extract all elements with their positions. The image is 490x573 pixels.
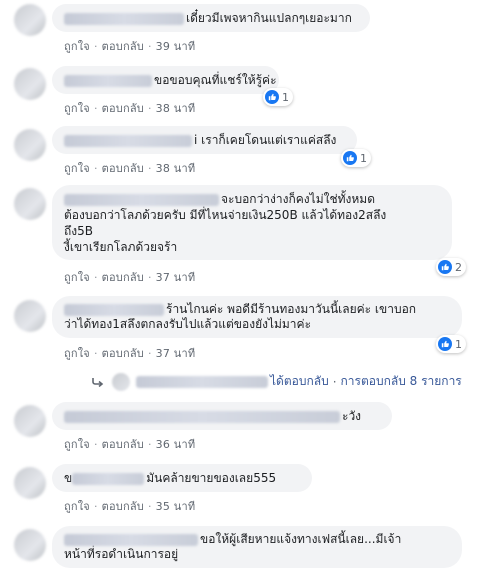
comment-bubble: i เราก็เคยโดนแต่เราแค่สลึง xyxy=(52,126,357,154)
comment-text-line-2: หน้าที่รอดำเนินการอยู่ xyxy=(64,547,179,561)
reply-link[interactable]: ตอบกลับ xyxy=(102,438,144,451)
avatar[interactable] xyxy=(14,4,46,36)
avatar[interactable] xyxy=(14,300,46,332)
comment-actions: ถูกใจ · ตอบกลับ · 36 นาที xyxy=(64,438,196,451)
commenter-name[interactable] xyxy=(64,12,184,25)
like-link[interactable]: ถูกใจ xyxy=(64,271,90,284)
reply-link[interactable]: ตอบกลับ xyxy=(102,162,144,175)
reply-link[interactable]: ตอบกลับ xyxy=(102,102,144,115)
thumbs-up-icon xyxy=(438,337,452,351)
comment-bubble: ข มันคล้ายขายของเลย555 xyxy=(52,464,312,492)
comment-time[interactable]: 38 นาที xyxy=(156,162,196,175)
comment-bubble: ขอขอบคุณที่แชร์ให้รู้ค่ะ xyxy=(52,66,279,94)
comment-text: เดี๋ยวมีเพจหากินแปลกๆเยอะมาก xyxy=(186,11,352,25)
reaction-count[interactable]: 1 xyxy=(341,149,371,167)
reaction-number: 2 xyxy=(455,260,462,274)
avatar[interactable] xyxy=(14,188,46,220)
comment-actions: ถูกใจ · ตอบกลับ · 38 นาที xyxy=(64,102,196,115)
like-link[interactable]: ถูกใจ xyxy=(64,438,90,451)
reply-link[interactable]: ตอบกลับ xyxy=(102,271,144,284)
comment-time[interactable]: 37 นาที xyxy=(156,271,196,284)
thumbs-up-icon xyxy=(343,151,357,165)
comment-text: ะวัง xyxy=(342,409,362,423)
reply-link[interactable]: ตอบกลับ xyxy=(102,347,144,360)
like-link[interactable]: ถูกใจ xyxy=(64,102,90,115)
commenter-name[interactable] xyxy=(64,193,219,206)
commenter-name[interactable] xyxy=(64,303,164,316)
avatar xyxy=(112,372,130,391)
comment-bubble: ะวัง xyxy=(52,402,392,430)
comment-time[interactable]: 36 นาที xyxy=(156,438,196,451)
reaction-number: 1 xyxy=(360,151,367,165)
avatar[interactable] xyxy=(14,467,46,499)
thumbs-up-icon xyxy=(438,260,452,274)
comment-text-line-1: ขอให้ผู้เสียหายแจ้งทางเฟสนี้เลย...มีเจ้า xyxy=(200,532,402,546)
avatar[interactable] xyxy=(14,129,46,161)
commenter-name[interactable] xyxy=(64,533,198,546)
reply-action-text: ได้ตอบกลับ xyxy=(270,374,329,388)
comment-actions: ถูกใจ · ตอบกลับ · 39 นาที xyxy=(64,40,196,53)
comment-text-prefix: ข xyxy=(64,471,73,485)
comment-text-line-2: ว่าได้ทอง1สลึงตกลงรับไปแล้วแต่ของยังไม่ม… xyxy=(64,317,312,331)
comment-text-line-4: งี้เขาเรียกโลภด้วยจร้า xyxy=(64,240,178,254)
reply-arrow-icon xyxy=(92,377,104,387)
comment-bubble: เดี๋ยวมีเพจหากินแปลกๆเยอะมาก xyxy=(52,4,370,32)
reaction-count[interactable]: 2 xyxy=(436,258,466,276)
comment-time[interactable]: 38 นาที xyxy=(156,102,196,115)
replier-name xyxy=(136,375,268,388)
commenter-name[interactable] xyxy=(64,74,152,87)
thumbs-up-icon xyxy=(265,90,279,104)
like-link[interactable]: ถูกใจ xyxy=(64,500,90,513)
reaction-number: 1 xyxy=(282,90,289,104)
comment-text: ขอขอบคุณที่แชร์ให้รู้ค่ะ xyxy=(154,73,277,87)
comment-bubble: ขอให้ผู้เสียหายแจ้งทางเฟสนี้เลย...มีเจ้า… xyxy=(52,526,462,568)
avatar[interactable] xyxy=(14,529,46,561)
comment-actions: ถูกใจ · ตอบกลับ · 35 นาที xyxy=(64,500,196,513)
commenter-name[interactable] xyxy=(64,134,192,147)
view-replies-link[interactable]: ได้ตอบกลับ · การตอบกลับ 8 รายการ xyxy=(92,372,462,391)
avatar[interactable] xyxy=(14,68,46,100)
commenter-name[interactable] xyxy=(64,410,340,423)
reply-link[interactable]: ตอบกลับ xyxy=(102,500,144,513)
like-link[interactable]: ถูกใจ xyxy=(64,40,90,53)
comment-bubble: จะบอกว่าง่างก็คงไม่ใช่ทั้งหมด ต้องบอกว่า… xyxy=(52,185,452,260)
comment-time[interactable]: 35 นาที xyxy=(156,500,196,513)
reaction-count[interactable]: 1 xyxy=(436,335,466,353)
comment-actions: ถูกใจ · ตอบกลับ · 37 นาที xyxy=(64,271,196,284)
comment-actions: ถูกใจ · ตอบกลับ · 37 นาที xyxy=(64,347,196,360)
comment-time[interactable]: 39 นาที xyxy=(156,40,196,53)
comment-text-line-1: จะบอกว่าง่างก็คงไม่ใช่ทั้งหมด xyxy=(221,192,375,206)
commenter-name[interactable] xyxy=(72,472,145,485)
like-link[interactable]: ถูกใจ xyxy=(64,162,90,175)
reaction-count[interactable]: 1 xyxy=(263,88,293,106)
comment-text-line-2: ต้องบอกว่าโลภด้วยครับ มีที่ไหนจ่ายเงิน25… xyxy=(64,208,387,222)
comment-text-line-1: ร้านไกนค่ะ พอดีมีร้านทองมาวันนี้เลยค่ะ เ… xyxy=(166,302,417,316)
reply-link[interactable]: ตอบกลับ xyxy=(102,40,144,53)
separator: · xyxy=(332,374,337,389)
comment-time[interactable]: 37 นาที xyxy=(156,347,196,360)
reply-count: การตอบกลับ 8 รายการ xyxy=(340,374,462,388)
comment-text-line-3: ถึง5B xyxy=(64,224,93,238)
comment-actions: ถูกใจ · ตอบกลับ · 38 นาที xyxy=(64,162,196,175)
avatar[interactable] xyxy=(14,405,46,437)
comment-text: i เราก็เคยโดนแต่เราแค่สลึง xyxy=(194,133,337,147)
like-link[interactable]: ถูกใจ xyxy=(64,347,90,360)
reaction-number: 1 xyxy=(455,337,462,351)
comment-text: มันคล้ายขายของเลย555 xyxy=(146,471,277,485)
comment-bubble: ร้านไกนค่ะ พอดีมีร้านทองมาวันนี้เลยค่ะ เ… xyxy=(52,296,462,338)
